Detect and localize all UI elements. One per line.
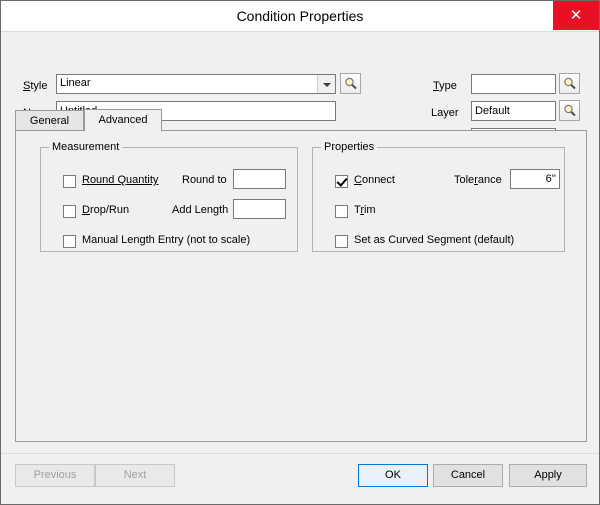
footer-divider (1, 453, 599, 454)
set-as-curved-segment-label[interactable]: Set as Curved Segment (default) (354, 234, 514, 246)
type-search-button[interactable] (559, 73, 580, 94)
round-to-label: Round to (182, 174, 227, 186)
manual-length-entry-label[interactable]: Manual Length Entry (not to scale) (82, 234, 250, 246)
tab-strip: General Advanced (15, 109, 587, 132)
trim-checkbox[interactable] (335, 205, 348, 218)
close-icon[interactable]: ✕ (553, 1, 599, 30)
add-length-label: Add Length (172, 204, 229, 216)
style-label: Style (23, 80, 48, 92)
advanced-tab-panel: Measurement Round Quantity Round to Drop… (15, 130, 587, 442)
tolerance-input[interactable]: 6'' (510, 169, 560, 189)
apply-button[interactable]: Apply (509, 464, 587, 487)
tolerance-label: Tolerance (454, 174, 502, 186)
properties-legend: Properties (321, 141, 378, 153)
chevron-down-icon[interactable] (317, 75, 335, 93)
tab-general[interactable]: General (15, 110, 84, 132)
title-bar: Condition Properties ✕ (1, 1, 599, 32)
connect-checkbox[interactable] (335, 175, 348, 188)
properties-group: Properties Connect Tolerance 6'' Trim Se… (312, 141, 565, 252)
next-button[interactable]: Next (95, 464, 175, 487)
tab-advanced[interactable]: Advanced (84, 109, 162, 132)
drop-run-checkbox[interactable] (63, 205, 76, 218)
cancel-button[interactable]: Cancel (433, 464, 503, 487)
measurement-legend: Measurement (49, 141, 123, 153)
round-quantity-label[interactable]: Round Quantity (82, 174, 158, 186)
add-length-input[interactable] (233, 199, 286, 219)
window-title: Condition Properties (236, 8, 364, 24)
round-to-input[interactable] (233, 169, 286, 189)
condition-properties-window: Condition Properties ✕ Style Linear Name… (0, 0, 600, 505)
style-combobox[interactable]: Linear (56, 74, 336, 94)
connect-label[interactable]: Connect (354, 174, 395, 186)
set-as-curved-segment-checkbox[interactable] (335, 235, 348, 248)
measurement-group: Measurement Round Quantity Round to Drop… (40, 141, 298, 252)
ok-button[interactable]: OK (358, 464, 428, 487)
previous-button[interactable]: Previous (15, 464, 95, 487)
style-search-button[interactable] (340, 73, 361, 94)
manual-length-entry-checkbox[interactable] (63, 235, 76, 248)
top-form: Style Linear Name Untitled Type Layer De… (1, 32, 599, 148)
style-value: Linear (60, 77, 91, 89)
type-label: Type (433, 80, 457, 92)
magnifier-icon (345, 77, 357, 90)
type-input[interactable] (471, 74, 556, 94)
trim-label[interactable]: Trim (354, 204, 376, 216)
drop-run-label[interactable]: Drop/Run (82, 204, 129, 216)
round-quantity-checkbox[interactable] (63, 175, 76, 188)
magnifier-icon (564, 77, 576, 90)
